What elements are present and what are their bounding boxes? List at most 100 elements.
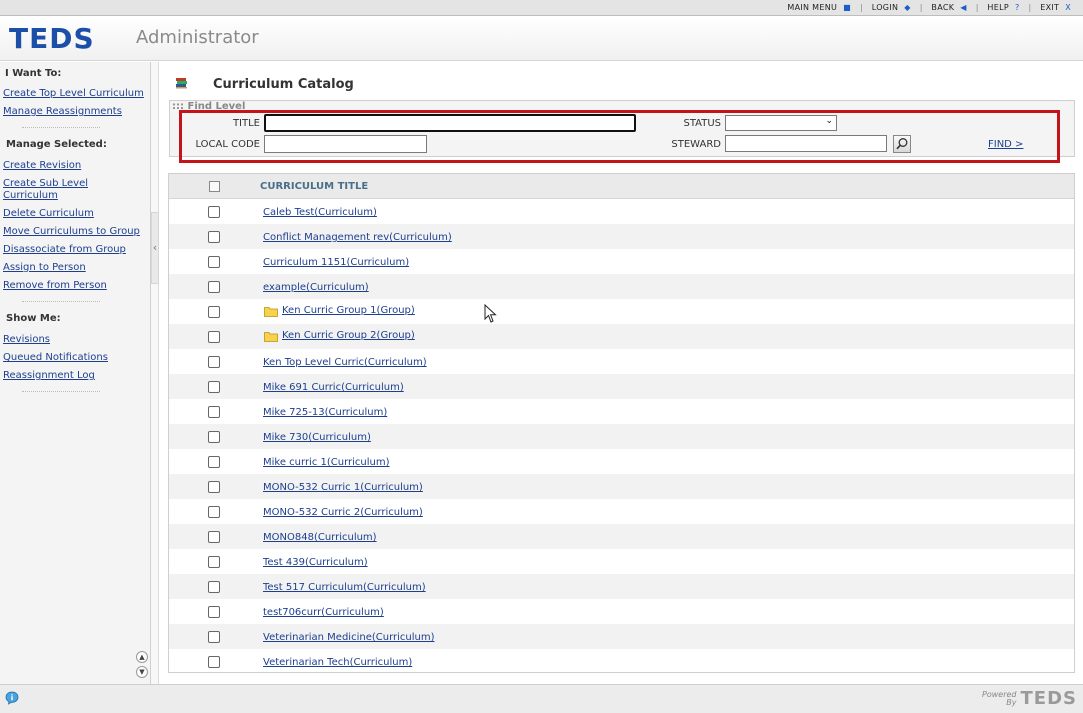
nav-label: BACK xyxy=(931,3,955,12)
row-checkbox[interactable] xyxy=(208,631,220,643)
create-sub-level-curriculum-link[interactable]: Create Sub Level Curriculum xyxy=(0,178,100,202)
manage-selected-heading: Manage Selected: xyxy=(6,139,107,150)
left-sidebar: I Want To: Create Top Level Curriculum M… xyxy=(0,62,151,684)
mouse-cursor-icon xyxy=(484,304,497,323)
reassignment-log-link[interactable]: Reassignment Log xyxy=(0,370,95,382)
assign-to-person-link[interactable]: Assign to Person xyxy=(0,262,86,274)
row-checkbox[interactable] xyxy=(208,656,220,668)
curriculum-title-link[interactable]: Mike 730(Curriculum) xyxy=(263,432,371,443)
table-row: Test 517 Curriculum(Curriculum) xyxy=(169,574,1074,599)
row-checkbox[interactable] xyxy=(208,331,220,343)
curriculum-title-link[interactable]: Caleb Test(Curriculum) xyxy=(263,207,377,218)
app-title: Administrator xyxy=(136,27,259,48)
curriculum-title-link[interactable]: MONO-532 Curric 2(Curriculum) xyxy=(263,507,423,518)
sidebar-splitter[interactable]: ‹ xyxy=(151,62,159,684)
collapse-sidebar-icon[interactable]: ‹ xyxy=(151,212,159,284)
table-row: example(Curriculum) xyxy=(169,274,1074,299)
close-icon: X xyxy=(1065,3,1071,12)
row-checkbox[interactable] xyxy=(208,431,220,443)
row-checkbox[interactable] xyxy=(208,556,220,568)
table-row: Veterinarian Tech(Curriculum) xyxy=(169,649,1074,674)
table-row: Veterinarian Medicine(Curriculum) xyxy=(169,624,1074,649)
disassociate-from-group-link[interactable]: Disassociate from Group xyxy=(0,244,126,256)
create-revision-link[interactable]: Create Revision xyxy=(0,160,81,172)
row-checkbox[interactable] xyxy=(208,606,220,618)
square-icon: ■ xyxy=(843,3,852,12)
row-checkbox[interactable] xyxy=(208,231,220,243)
nav-label: MAIN MENU xyxy=(787,3,838,12)
diamond-icon: ◆ xyxy=(904,3,911,12)
curriculum-title-link[interactable]: Mike 725-13(Curriculum) xyxy=(263,407,387,418)
powered-by-text: Powered By xyxy=(982,690,1017,707)
table-row: MONO848(Curriculum) xyxy=(169,524,1074,549)
curriculum-title-link[interactable]: test706curr(Curriculum) xyxy=(263,607,384,618)
info-bubble-icon[interactable] xyxy=(5,691,19,705)
i-want-to-heading: I Want To: xyxy=(5,68,62,79)
row-checkbox[interactable] xyxy=(208,581,220,593)
nav-separator: | xyxy=(919,3,923,12)
curriculum-title-link[interactable]: Test 517 Curriculum(Curriculum) xyxy=(263,582,426,593)
group-title-link[interactable]: Ken Curric Group 1(Group) xyxy=(282,305,415,316)
queued-notifications-link[interactable]: Queued Notifications xyxy=(0,352,108,364)
row-checkbox[interactable] xyxy=(208,456,220,468)
scroll-down-icon[interactable]: ▼ xyxy=(136,666,148,678)
curriculum-title-link[interactable]: Veterinarian Tech(Curriculum) xyxy=(263,657,412,668)
row-checkbox[interactable] xyxy=(208,381,220,393)
show-me-heading: Show Me: xyxy=(6,313,61,324)
curriculum-title-link[interactable]: Mike 691 Curric(Curriculum) xyxy=(263,382,404,393)
nav-label: HELP xyxy=(987,3,1009,12)
table-row: MONO-532 Curric 2(Curriculum) xyxy=(169,499,1074,524)
remove-from-person-link[interactable]: Remove from Person xyxy=(0,280,107,292)
folder-icon xyxy=(264,332,278,342)
curriculum-title-link[interactable]: Ken Top Level Curric(Curriculum) xyxy=(263,357,427,368)
delete-curriculum-link[interactable]: Delete Curriculum xyxy=(0,208,94,220)
row-checkbox[interactable] xyxy=(208,406,220,418)
row-checkbox[interactable] xyxy=(208,206,220,218)
manage-reassignments-link[interactable]: Manage Reassignments xyxy=(0,106,122,118)
table-row: Ken Top Level Curric(Curriculum) xyxy=(169,349,1074,374)
table-header: CURRICULUM TITLE xyxy=(169,174,1074,199)
curriculum-title-link[interactable]: Conflict Management rev(Curriculum) xyxy=(263,232,452,243)
table-row: Mike 730(Curriculum) xyxy=(169,424,1074,449)
curriculum-table: CURRICULUM TITLE Caleb Test(Curriculum) C… xyxy=(168,173,1075,673)
row-checkbox[interactable] xyxy=(208,306,220,318)
row-checkbox[interactable] xyxy=(208,356,220,368)
curriculum-title-link[interactable]: MONO-532 Curric 1(Curriculum) xyxy=(263,482,423,493)
nav-back-link[interactable]: BACK ◀ xyxy=(931,3,966,12)
row-checkbox[interactable] xyxy=(208,531,220,543)
row-checkbox[interactable] xyxy=(208,481,220,493)
scroll-up-icon[interactable]: ▲ xyxy=(136,651,148,663)
footer: Powered By TEDS xyxy=(0,684,1083,713)
book-icon xyxy=(176,78,187,89)
nav-exit-link[interactable]: EXIT X xyxy=(1040,3,1071,12)
teds-logo: TEDS xyxy=(9,22,95,55)
table-row: MONO-532 Curric 1(Curriculum) xyxy=(169,474,1074,499)
powered-by-logo: TEDS xyxy=(1020,688,1077,709)
curriculum-title-link[interactable]: Curriculum 1151(Curriculum) xyxy=(263,257,409,268)
curriculum-title-link[interactable]: Test 439(Curriculum) xyxy=(263,557,368,568)
curriculum-title-link[interactable]: Mike curric 1(Curriculum) xyxy=(263,457,390,468)
nav-login-link[interactable]: LOGIN ◆ xyxy=(872,3,911,12)
row-checkbox[interactable] xyxy=(208,506,220,518)
select-all-checkbox[interactable] xyxy=(209,181,220,192)
nav-label: LOGIN xyxy=(871,3,899,12)
top-nav-items: MAIN MENU ■ | LOGIN ◆ | BACK ◀ | HELP? | EXIT X xyxy=(787,3,1071,12)
nav-separator: | xyxy=(860,3,863,12)
row-checkbox[interactable] xyxy=(208,281,220,293)
curriculum-title-header[interactable]: CURRICULUM TITLE xyxy=(260,181,368,192)
by-text: By xyxy=(1006,697,1017,707)
create-top-level-curriculum-link[interactable]: Create Top Level Curriculum xyxy=(0,88,144,100)
group-title-link[interactable]: Ken Curric Group 2(Group) xyxy=(282,330,415,341)
move-curriculums-to-group-link[interactable]: Move Curriculums to Group xyxy=(0,226,140,238)
sidebar-divider xyxy=(22,127,100,128)
sidebar-divider xyxy=(22,301,100,302)
nav-main-menu-link[interactable]: MAIN MENU ■ xyxy=(787,3,851,12)
curriculum-title-link[interactable]: Veterinarian Medicine(Curriculum) xyxy=(263,632,435,643)
curriculum-title-link[interactable]: example(Curriculum) xyxy=(263,282,369,293)
curriculum-title-link[interactable]: MONO848(Curriculum) xyxy=(263,532,377,543)
revisions-link[interactable]: Revisions xyxy=(0,334,50,346)
row-checkbox[interactable] xyxy=(208,256,220,268)
table-row: Ken Curric Group 2(Group) xyxy=(169,324,1074,349)
top-nav-bar: MAIN MENU ■ | LOGIN ◆ | BACK ◀ | HELP? | EXIT X xyxy=(0,0,1083,16)
nav-help-link[interactable]: HELP? xyxy=(987,3,1019,12)
